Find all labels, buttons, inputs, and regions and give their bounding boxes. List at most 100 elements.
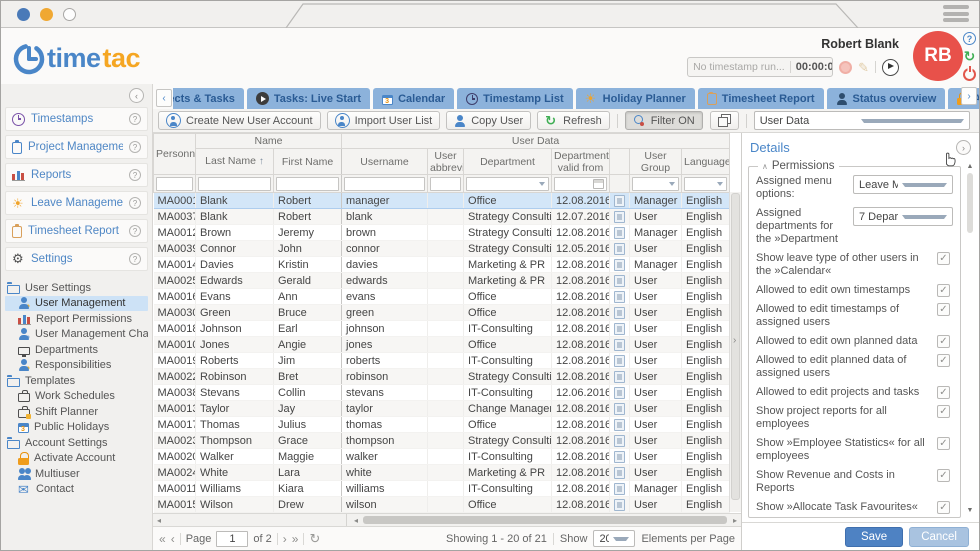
tree-item-report-permissions[interactable]: Report Permissions <box>5 311 148 327</box>
column-header-row-icon[interactable] <box>609 148 631 175</box>
tree-item-departments[interactable]: Departments <box>5 342 148 358</box>
row-note-icon[interactable] <box>614 466 626 479</box>
permission-checkbox[interactable] <box>937 354 950 367</box>
row-note-icon[interactable] <box>614 210 626 223</box>
table-row[interactable]: MA0019 Roberts Jim roberts IT-Consulting 12.0… <box>153 352 731 369</box>
tree-item-user-management[interactable]: User Management <box>5 295 148 311</box>
permission-select-assigned-departments-for-the-d[interactable]: 7 Departments se <box>853 207 953 226</box>
permission-checkbox[interactable] <box>937 284 950 297</box>
tree-item-shift-planner[interactable]: Shift Planner <box>5 404 148 420</box>
help-icon[interactable] <box>129 225 141 237</box>
row-note-icon[interactable] <box>614 338 626 351</box>
first-page-button[interactable] <box>159 533 166 545</box>
tree-item-activate-account[interactable]: Activate Account <box>5 451 148 467</box>
permission-checkbox[interactable] <box>937 335 950 348</box>
column-header-language[interactable]: Language <box>681 148 731 175</box>
details-scrollbar[interactable] <box>965 163 975 514</box>
permission-checkbox[interactable] <box>937 405 950 418</box>
tree-item-responsibilities[interactable]: Responsibilities <box>5 358 148 374</box>
column-header-department-valid-from[interactable]: Department valid from <box>551 148 611 175</box>
row-note-icon[interactable] <box>614 226 626 239</box>
next-page-button[interactable] <box>283 533 287 545</box>
copy-user-button[interactable]: Copy User <box>446 111 532 130</box>
table-row[interactable]: MA0018 Johnson Earl johnson IT-Consulting 12.… <box>153 320 731 337</box>
tree-item-contact[interactable]: Contact <box>5 482 148 498</box>
row-note-icon[interactable] <box>614 242 626 255</box>
page-size-select[interactable]: 20 <box>593 530 636 547</box>
tree-item-user-management-changelog[interactable]: User Management Changelog <box>5 327 148 343</box>
column-header-user-abbrevi[interactable]: User abbrevi... <box>427 148 465 175</box>
table-row[interactable]: MA0016 Evans Ann evans Office 12.08.2016 User E… <box>153 288 731 305</box>
help-icon[interactable] <box>129 197 141 209</box>
column-header-user-group[interactable]: User Group <box>629 148 683 175</box>
tab-timesheet-report[interactable]: Timesheet Report <box>697 88 824 109</box>
table-row[interactable]: MA0001 Blank Robert manager Office 12.08.2016… <box>153 192 731 209</box>
scrollbar-thumb[interactable] <box>363 516 727 524</box>
table-row[interactable]: MA0025 Edwards Gerald edwards Marketing & PR… <box>153 272 731 289</box>
filter-input-first-name[interactable] <box>276 176 340 191</box>
table-row[interactable]: MA0030 Green Bruce green Office 12.08.2016 Use… <box>153 304 731 321</box>
table-row[interactable]: MA0022 Robinson Bret robinson Strategy Consu… <box>153 368 731 385</box>
tree-section-user-settings[interactable]: User Settings <box>5 280 148 296</box>
collapse-caret-icon[interactable] <box>762 162 768 171</box>
row-note-icon[interactable] <box>614 290 626 303</box>
save-button[interactable]: Save <box>844 526 904 547</box>
tab-scroll-left-button[interactable] <box>156 89 172 107</box>
column-header-department[interactable]: Department <box>463 148 553 175</box>
filter-select-language[interactable] <box>684 176 728 191</box>
permission-checkbox[interactable] <box>937 501 950 514</box>
row-note-icon[interactable] <box>614 418 626 431</box>
sidebar-item-project-management[interactable]: Project Management <box>5 135 148 159</box>
permission-checkbox[interactable] <box>937 437 950 450</box>
grid-refresh-icon[interactable] <box>309 531 320 547</box>
row-note-icon[interactable] <box>614 306 626 319</box>
row-note-icon[interactable] <box>614 274 626 287</box>
row-note-icon[interactable] <box>614 370 626 383</box>
filter-input-personn[interactable] <box>156 176 193 191</box>
scroll-left-icon[interactable] <box>350 514 362 526</box>
sidebar-item-timestamps[interactable]: Timestamps <box>5 107 148 131</box>
sidebar-item-leave-management[interactable]: Leave Management <box>5 191 148 215</box>
tree-item-public-holidays[interactable]: Public Holidays <box>5 420 148 436</box>
row-note-icon[interactable] <box>614 482 626 495</box>
filter-input-username[interactable] <box>344 176 426 191</box>
edit-note-icon[interactable] <box>858 61 869 74</box>
grid-horizontal-scrollbar[interactable] <box>153 513 741 526</box>
help-icon[interactable] <box>129 169 141 181</box>
filter-on-button[interactable]: Filter ON <box>624 111 703 130</box>
table-row[interactable]: MA0017 Thomas Julius thomas Office 12.08.2016… <box>153 416 731 433</box>
permission-select-assigned-menu-options[interactable]: Leave Management. <box>853 175 953 194</box>
last-page-button[interactable] <box>292 533 299 545</box>
stop-record-icon[interactable] <box>839 60 853 74</box>
print-columns-button[interactable] <box>709 111 739 130</box>
table-row[interactable]: MA0015 Wilson Drew wilson Office 12.08.2016 Us… <box>153 496 731 513</box>
row-note-icon[interactable] <box>614 354 626 367</box>
row-note-icon[interactable] <box>614 450 626 463</box>
row-note-icon[interactable] <box>614 498 626 511</box>
grid-vertical-scrollbar[interactable] <box>729 192 741 512</box>
logout-power-icon[interactable] <box>963 66 976 81</box>
table-row[interactable]: MA0023 Thompson Grace thompson Strategy Cons… <box>153 432 731 449</box>
cancel-button[interactable]: Cancel <box>909 526 969 547</box>
column-header-last-name[interactable]: Last Name <box>195 148 274 175</box>
view-select[interactable]: User Data <box>753 111 970 130</box>
table-row[interactable]: MA0024 White Lara white Marketing & PR 12.08.… <box>153 464 731 481</box>
table-row[interactable]: MA0013TaylorJaytaylor Change Management12… <box>153 400 731 417</box>
permission-checkbox[interactable] <box>937 303 950 316</box>
permission-checkbox[interactable] <box>937 386 950 399</box>
create-new-user-button[interactable]: Create New User Account <box>158 111 321 130</box>
filter-select-department[interactable] <box>466 176 550 191</box>
sidebar-item-settings[interactable]: Settings <box>5 247 148 271</box>
row-note-icon[interactable] <box>614 434 626 447</box>
row-note-icon[interactable] <box>614 386 626 399</box>
filter-date-department-valid-from[interactable] <box>554 176 608 191</box>
start-timestamp-button[interactable] <box>882 58 899 76</box>
scrollbar-thumb[interactable] <box>967 173 973 233</box>
permission-checkbox[interactable] <box>937 252 950 265</box>
tree-item-multiuser[interactable]: Multiuser <box>5 466 148 482</box>
help-icon[interactable] <box>129 141 141 153</box>
scroll-down-icon[interactable] <box>965 507 975 514</box>
sidebar-collapse-button[interactable] <box>129 88 144 103</box>
column-header-username[interactable]: Username <box>341 148 429 175</box>
scroll-left-icon[interactable] <box>153 514 165 526</box>
